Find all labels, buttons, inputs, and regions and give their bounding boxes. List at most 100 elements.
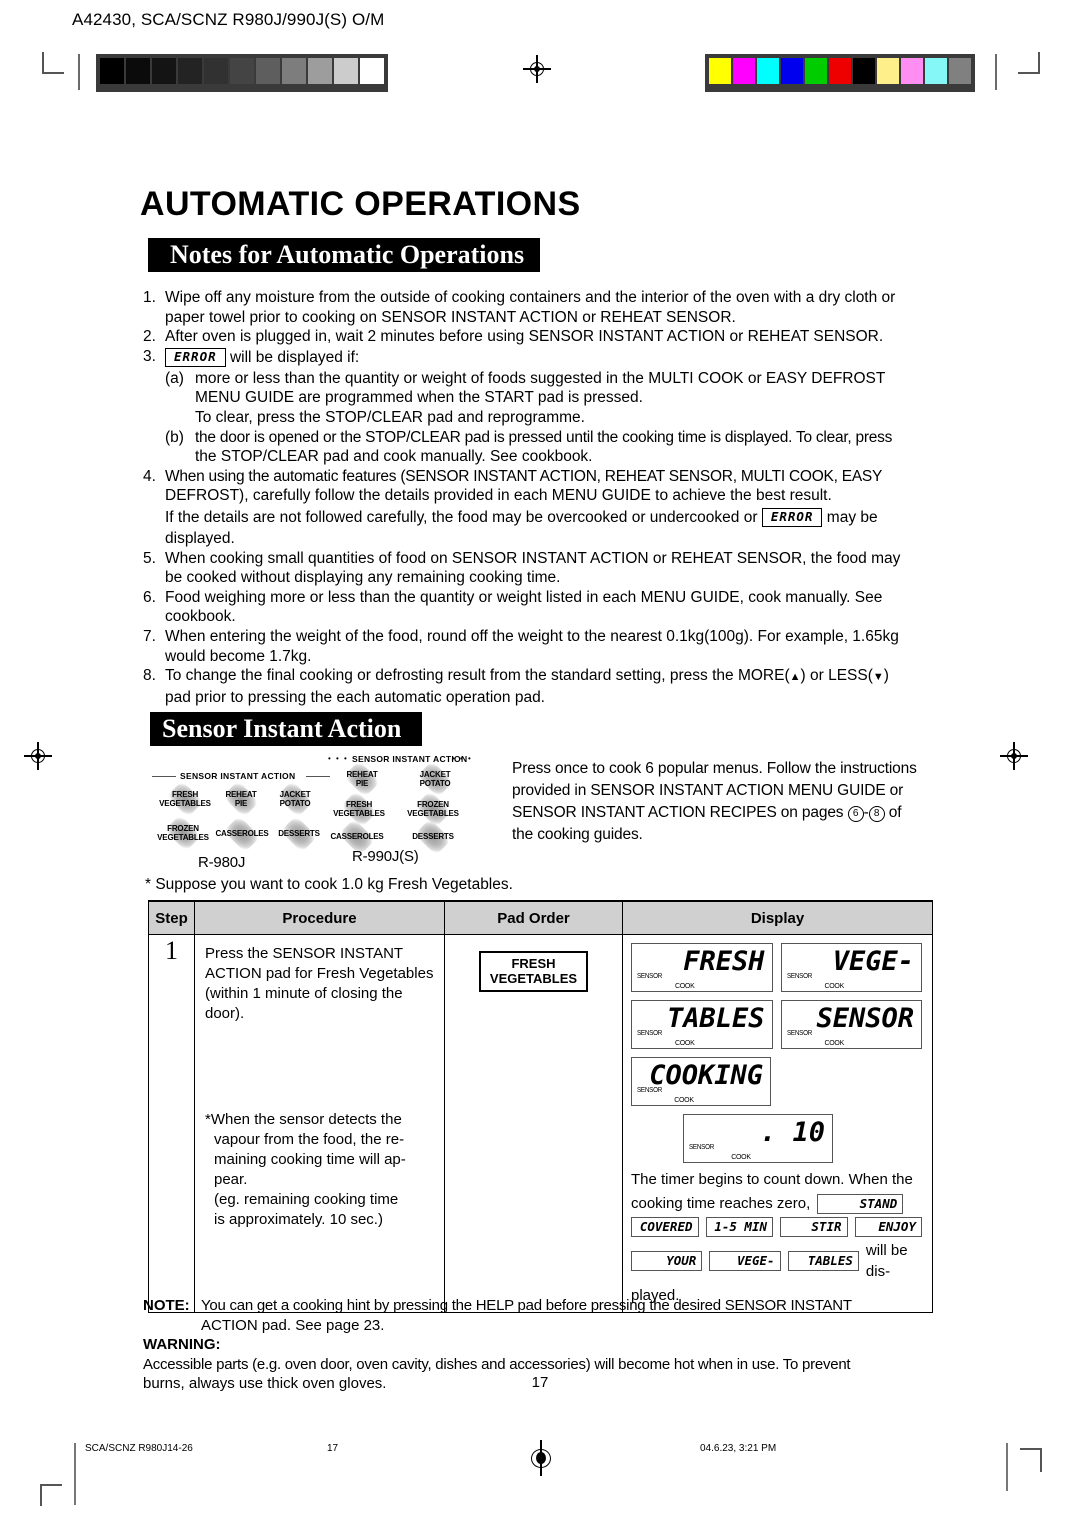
lcd-display-cooking: COOKING SENSOR COOK (631, 1057, 771, 1106)
lcd-indicator-sensor: SENSOR (637, 1087, 662, 1094)
closing-line: The timer begins to count down. When the (631, 1171, 913, 1188)
pad-label-line1: DESSERTS (412, 832, 454, 841)
page-number: 17 (531, 1374, 549, 1391)
pad-casseroles: CASSEROLES (212, 815, 272, 852)
note-text: displayed. (165, 529, 235, 547)
left-trim-tick (78, 54, 80, 90)
panel-diagram-r990js: • • • SENSOR INSTANT ACTION • • • REHEAT… (328, 752, 476, 866)
note-number: 1. (143, 289, 156, 306)
pad-label-line1: JACKET (279, 790, 311, 799)
color-calibration-bar (705, 54, 975, 92)
pad-label-line1: FROZEN (167, 824, 199, 833)
pad-label-line1: FRESH (345, 800, 373, 809)
closing-line-with-tag: cooking time reaches zero, STAND (631, 1193, 922, 1214)
note-number: 4. (143, 467, 156, 485)
display-row-1: FRESH SENSOR COOK VEGE- SENSOR COOK (631, 943, 922, 992)
color-patch-2 (757, 58, 779, 84)
sensor-instant-action-description: Press once to cook 6 popular menus. Foll… (512, 758, 944, 846)
document-page: A42430, SCA/SCNZ R980J/990J(S) O/M AUTOM… (0, 0, 1080, 1528)
pad-desserts: DESSERTS (406, 818, 460, 855)
note-text: If the details are not followed carefull… (165, 508, 758, 526)
note-text: When using the automatic features (SENSO… (165, 467, 883, 485)
pad-label-line1: REHEAT (346, 770, 378, 779)
note-item-5: 5. When cooking small quantities of food… (143, 549, 943, 588)
pad-order-cell: FRESH VEGETABLES (444, 934, 623, 1313)
page-title: AUTOMATIC OPERATIONS (140, 185, 581, 223)
note-text: more or less than the quantity or weight… (195, 369, 886, 387)
note-number: 6. (143, 588, 156, 606)
lcd-indicator-cook: COOK (824, 983, 845, 990)
lcd-indicator-sensor: SENSOR (689, 1144, 714, 1151)
desc-line: provided in SENSOR INSTANT ACTION MENU G… (512, 782, 904, 799)
panel-header-label: SENSOR INSTANT ACTION (352, 754, 468, 764)
notes-section-heading: Notes for Automatic Operations (148, 238, 540, 272)
lcd-readout: SENSOR (816, 1003, 914, 1034)
lcd-tag-1-5-min: 1-5 MIN (705, 1217, 773, 1237)
note-text: To change the final cooking or defrostin… (165, 666, 943, 688)
greyscale-patch-0 (100, 58, 124, 84)
lcd-readout: COOKING (649, 1060, 763, 1091)
desc-text: SENSOR INSTANT ACTION RECIPES on pages (512, 804, 844, 821)
note-text-with-lcd: If the details are not followed carefull… (165, 506, 943, 529)
prepress-job-title: A42430, SCA/SCNZ R980J/990J(S) O/M (72, 10, 385, 29)
pad-label-line1: DESSERTS (278, 829, 320, 838)
more-arrow-icon: ▲ (789, 671, 801, 684)
note-item-6: 6. Food weighing more or less than the q… (143, 588, 943, 627)
table-header-row: Step Procedure Pad Order Display (148, 900, 933, 935)
control-panel-diagrams: SENSOR INSTANT ACTION FRESH VEGETABLES R… (150, 752, 471, 871)
pad-label-line2: VEGETABLES (407, 809, 459, 818)
note-text: DEFROST), carefully follow the details p… (165, 487, 832, 505)
color-patch-7 (877, 58, 899, 84)
footer-job-name: SCA/SCNZ R980J14-26 (85, 1443, 193, 1454)
closing-tag-row-3: YOUR VEGE- TABLES will be dis- (631, 1240, 922, 1282)
note-text: the door is opened or the STOP/CLEAR pad… (195, 428, 893, 446)
procedure-cell: Press the SENSOR INSTANT ACTION pad for … (194, 934, 445, 1313)
procedure-line: *When the sensor detects the (205, 1111, 402, 1128)
pad-fresh-vegetables: FRESH VEGETABLES (154, 780, 216, 818)
pad-frozen-vegetables: FROZEN VEGETABLES (152, 814, 214, 852)
note-text: Food weighing more or less than the quan… (165, 588, 883, 606)
greyscale-patch-4 (204, 58, 228, 84)
crop-mark-bottom-left (40, 1484, 62, 1506)
page-ref-to: 8 (868, 806, 885, 822)
pad-label-line2: POTATO (419, 779, 451, 788)
pad-reheat-pie: REHEAT PIE (338, 760, 386, 798)
registration-mark-top-center (523, 55, 551, 83)
note-text: After oven is plugged in, wait 2 minutes… (165, 328, 884, 346)
registration-mark-left (24, 742, 52, 770)
procedure-line: maining cooking time will ap- (214, 1151, 406, 1168)
closing-tag-row-2: COVERED 1-5 MIN STIR ENJOY (631, 1217, 922, 1237)
column-header-pad-order: Pad Order (444, 900, 623, 935)
sensor-instant-action-heading: Sensor Instant Action (150, 712, 422, 746)
pad-label-line2: VEGETABLES (159, 799, 211, 808)
greyscale-patch-5 (230, 58, 254, 84)
lcd-readout: VEGE- (832, 946, 914, 977)
pad-label-line2: PIE (234, 799, 248, 808)
lcd-indicator-cook: COOK (675, 983, 695, 990)
lcd-readout: FRESH (683, 946, 765, 977)
registration-mark-right (1000, 742, 1028, 770)
color-patch-6 (853, 58, 875, 84)
lcd-readout: TABLES (666, 1003, 765, 1034)
panel-dots-right-icon: • • • (452, 754, 473, 763)
panel-rule-left (152, 776, 176, 777)
note-text: MENU GUIDE are programmed when the START… (195, 389, 643, 407)
lcd-tag-tables: TABLES (787, 1251, 859, 1271)
crop-mark-top-right (1018, 52, 1040, 74)
pad-reheat-pie: REHEAT PIE (218, 780, 264, 818)
pad-order-button-fresh-vegetables[interactable]: FRESH VEGETABLES (478, 951, 589, 992)
pad-jacket-potato: JACKET POTATO (410, 760, 460, 798)
lcd-tag-vege: VEGE- (709, 1251, 781, 1271)
note-number: 2. (143, 328, 156, 346)
greyscale-patch-10 (360, 58, 384, 84)
note-item-4: 4. When using the automatic features (SE… (143, 467, 943, 549)
pad-label-line1: FRESH (171, 790, 199, 799)
notes-list: 1. Wipe off any moisture from the outsid… (143, 288, 943, 707)
lcd-error-tag: ERROR (165, 347, 226, 367)
display-closing-text: The timer begins to count down. When the… (631, 1169, 922, 1306)
note-number: 5. (143, 549, 156, 567)
note-subnumber: (b) (165, 428, 184, 446)
note-subitem-b: (b) the door is opened or the STOP/CLEAR… (165, 428, 943, 467)
panel-dots-left-icon: • • • (328, 754, 349, 763)
lcd-display-vege: VEGE- SENSOR COOK (780, 943, 922, 992)
